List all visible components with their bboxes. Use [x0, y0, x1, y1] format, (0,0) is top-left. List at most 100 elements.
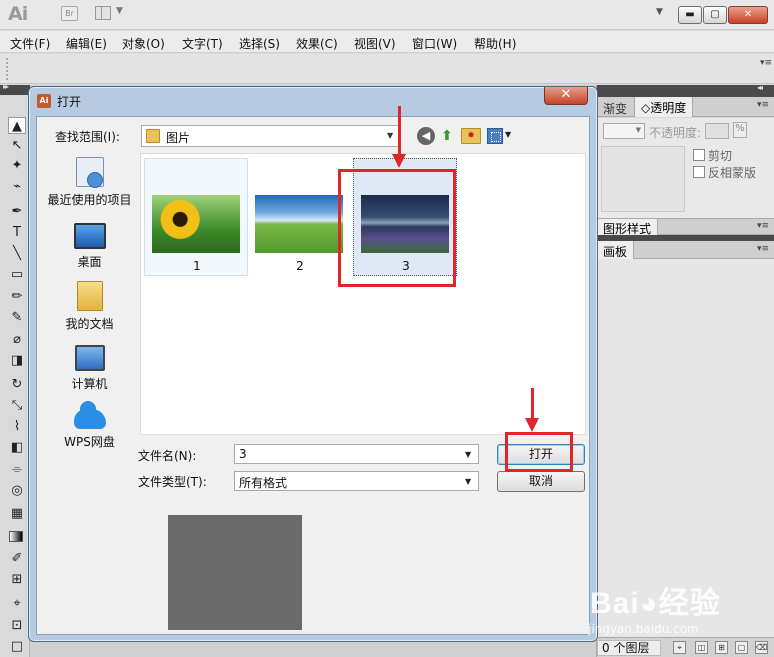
dialog-title: 打开 — [57, 95, 82, 109]
file-name-input[interactable]: 3 — [234, 444, 479, 464]
chevron-down-icon[interactable]: ▼ — [465, 477, 471, 486]
tab-transparency[interactable]: ◇透明度 — [634, 97, 694, 117]
chevron-down-icon[interactable]: ▼ — [116, 6, 123, 16]
place-desktop[interactable]: 桌面 — [42, 223, 137, 270]
blend-mode-select[interactable] — [603, 123, 645, 139]
artboards-panel-bar: 画板 ▾≡ — [597, 241, 774, 259]
place-label: WPS网盘 — [64, 435, 115, 449]
place-computer[interactable]: 计算机 — [42, 345, 137, 392]
new-folder-icon[interactable]: ✸ — [461, 128, 481, 144]
opacity-unit[interactable]: % — [733, 122, 747, 138]
menu-select[interactable]: 选择(S) — [239, 35, 280, 52]
up-folder-icon[interactable]: ⬆ — [438, 127, 456, 145]
gradient-tool-icon[interactable] — [9, 531, 23, 542]
opacity-label: 不透明度: — [649, 126, 702, 140]
clip-checkbox[interactable] — [693, 149, 705, 161]
file-type-label: 文件类型(T): — [138, 475, 207, 489]
menu-view[interactable]: 视图(V) — [354, 35, 396, 52]
menu-effect[interactable]: 效果(C) — [296, 35, 338, 52]
open-dialog: Ai 打开 ✕ 查找范围(I): 图片 ▼ ◀ ⬆ ✸ ▼ 最近使用的项目 桌面… — [28, 86, 598, 642]
file-item[interactable]: 2 — [247, 158, 351, 276]
workspace-chevron-icon[interactable]: ▼ — [656, 7, 663, 17]
cloud-icon — [73, 401, 106, 429]
chevron-down-icon[interactable]: ▼ — [387, 131, 393, 140]
symbol-sprayer-tool-icon[interactable]: ⌯ — [8, 461, 26, 478]
magic-wand-tool-icon[interactable]: ✦ — [8, 157, 26, 174]
opacity-input[interactable] — [705, 123, 729, 139]
eyedropper-tool-icon[interactable]: ✐ — [8, 550, 26, 567]
place-documents[interactable]: 我的文档 — [42, 281, 137, 332]
file-name: 1 — [193, 259, 201, 273]
pen-tool-icon[interactable]: ✒ — [8, 203, 26, 220]
selection-tool-icon[interactable]: ▲ — [8, 117, 26, 134]
preview-pane — [168, 515, 302, 630]
place-recent[interactable]: 最近使用的项目 — [42, 157, 137, 208]
panel-menu-icon[interactable]: ▾≡ — [757, 100, 769, 110]
view-menu-icon[interactable] — [487, 128, 503, 144]
look-in-combo[interactable]: 图片 ▼ — [141, 125, 399, 147]
type-tool-icon[interactable]: T — [8, 224, 26, 241]
toolbox: ▲ ↖ ✦ ⌁ ✒ T ╲ ▭ ✏ ✎ ⌀ ◨ ↻ ⤡ ⌇ ◧ ⌯ ◎ ▦ ✐ … — [0, 95, 30, 657]
back-icon[interactable]: ◀ — [417, 127, 435, 145]
menu-edit[interactable]: 编辑(E) — [66, 35, 107, 52]
panel-dock-header[interactable] — [597, 83, 774, 97]
dialog-body: 查找范围(I): 图片 ▼ ◀ ⬆ ✸ ▼ 最近使用的项目 桌面 我的文档 计算… — [36, 116, 590, 635]
chevron-down-icon[interactable]: ▼ — [465, 450, 471, 459]
maximize-button[interactable]: ▢ — [703, 6, 727, 24]
free-transform-tool-icon[interactable]: ◧ — [8, 439, 26, 456]
panel-menu-icon[interactable]: ▾≡ — [757, 244, 769, 254]
rotate-tool-icon[interactable]: ↻ — [8, 376, 26, 393]
recent-items-icon — [75, 157, 104, 188]
place-label: 最近使用的项目 — [47, 193, 132, 207]
graph-tool-icon[interactable]: ▦ — [8, 505, 26, 522]
minimize-button[interactable]: ▬ — [678, 6, 702, 24]
control-bar-grip[interactable] — [6, 58, 10, 80]
dialog-close-button[interactable]: ✕ — [544, 87, 588, 105]
paintbrush-tool-icon[interactable]: ✏ — [8, 288, 26, 305]
rectangle-tool-icon[interactable]: ▭ — [8, 266, 26, 283]
menu-help[interactable]: 帮助(H) — [474, 35, 516, 52]
bridge-icon[interactable]: Br — [61, 6, 78, 21]
arrow-down-icon — [392, 106, 406, 168]
control-bar-menu-icon[interactable]: ▾≡ — [760, 58, 772, 68]
arrow-down-icon — [525, 388, 539, 432]
lasso-tool-icon[interactable]: ⌁ — [8, 178, 26, 195]
tab-artboards[interactable]: 画板 — [597, 241, 635, 259]
blob-brush-tool-icon[interactable]: ⌀ — [8, 331, 26, 348]
direct-selection-tool-icon[interactable]: ↖ — [8, 137, 26, 154]
pencil-tool-icon[interactable]: ✎ — [8, 309, 26, 326]
chevron-down-icon[interactable]: ▼ — [505, 130, 511, 139]
tab-gradient[interactable]: 渐变 — [603, 100, 627, 117]
tab-graphic-styles[interactable]: 图形样式 — [597, 219, 659, 236]
object-thumbnail — [601, 146, 685, 212]
screen-mode-icon[interactable]: □ — [8, 638, 26, 655]
menu-file[interactable]: 文件(F) — [10, 35, 50, 52]
place-wps-cloud[interactable]: WPS网盘 — [42, 401, 137, 450]
folder-icon — [146, 129, 160, 143]
close-window-button[interactable]: ✕ — [728, 6, 768, 24]
eraser-tool-icon[interactable]: ◨ — [8, 352, 26, 369]
warp-tool-icon[interactable]: ⌇ — [8, 418, 26, 435]
arrange-documents-icon[interactable] — [95, 6, 111, 20]
menu-window[interactable]: 窗口(W) — [412, 35, 457, 52]
file-thumbnail — [255, 195, 343, 253]
cancel-button[interactable]: 取消 — [497, 471, 585, 492]
blend-tool-icon[interactable]: ⊞ — [8, 571, 26, 588]
panel-menu-icon[interactable]: ▾≡ — [757, 221, 769, 231]
slice-tool-icon[interactable]: ⌖ — [8, 595, 26, 612]
scale-tool-icon[interactable]: ⤡ — [8, 397, 26, 414]
invert-mask-checkbox[interactable] — [693, 166, 705, 178]
file-item[interactable]: 1 — [144, 158, 248, 276]
menu-type[interactable]: 文字(T) — [182, 35, 223, 52]
toolbox-header[interactable] — [0, 82, 30, 95]
artboard-tool-icon[interactable]: ⊡ — [8, 617, 26, 634]
look-in-value: 图片 — [166, 131, 191, 145]
place-label: 我的文档 — [65, 317, 114, 331]
line-tool-icon[interactable]: ╲ — [8, 245, 26, 262]
app-titlebar: Ai Br ▼ ▼ ▬ ▢ ✕ — [0, 0, 774, 30]
menu-object[interactable]: 对象(O) — [122, 35, 165, 52]
ai-logo: Ai — [8, 3, 28, 25]
clip-label: 剪切 — [708, 149, 733, 163]
file-type-select[interactable]: 所有格式 — [234, 471, 479, 491]
shape-builder-tool-icon[interactable]: ◎ — [8, 482, 26, 499]
